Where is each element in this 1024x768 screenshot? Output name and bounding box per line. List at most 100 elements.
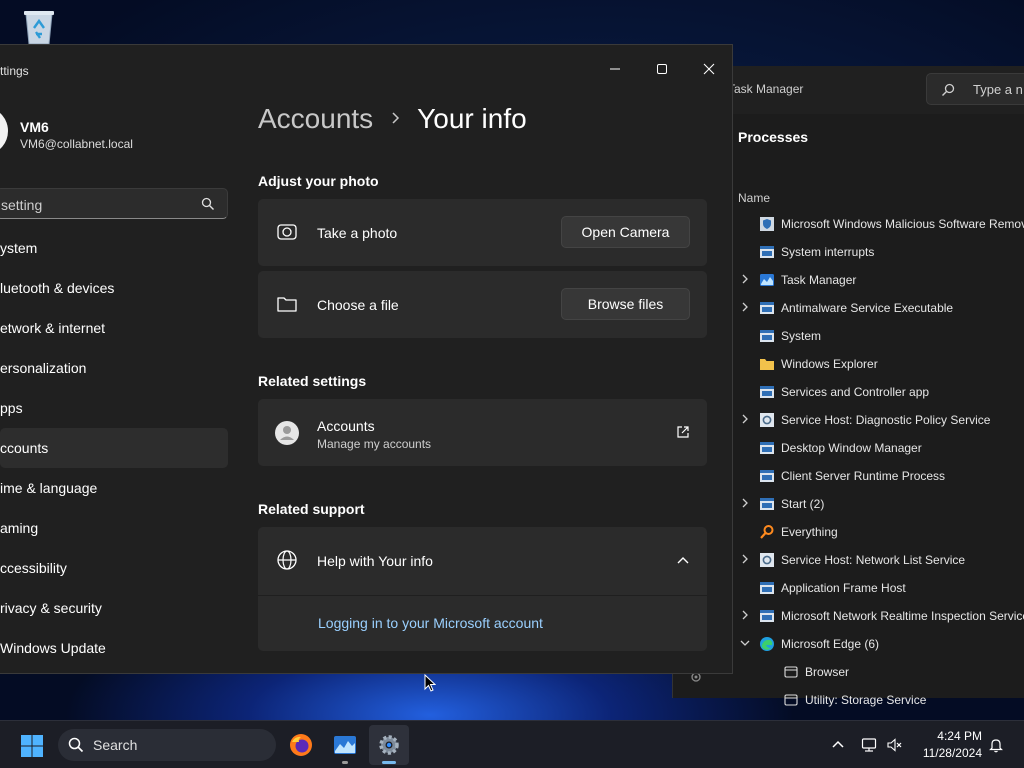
process-name: Services and Controller app	[781, 385, 930, 399]
process-row[interactable]: Microsoft Windows Malicious Software Rem…	[733, 210, 1024, 238]
recycle-bin-icon[interactable]	[20, 6, 58, 46]
process-row[interactable]: Service Host: Network List Service	[733, 546, 1024, 574]
sidebar-item-label: ccounts	[0, 440, 49, 456]
process-row[interactable]: Antimalware Service Executable	[733, 294, 1024, 322]
choose-file-label: Choose a file	[317, 297, 399, 313]
settings-window[interactable]: ttings VM6 VM6@collabnet.local setting y…	[0, 44, 733, 674]
task-manager-search-input[interactable]: Type a n	[926, 73, 1024, 105]
chevron-right-icon[interactable]	[739, 413, 751, 425]
accounts-link-card[interactable]: Accounts Manage my accounts	[258, 399, 707, 466]
process-row[interactable]: Start (2)	[733, 490, 1024, 518]
settings-search-input[interactable]: setting	[0, 188, 228, 219]
open-camera-button[interactable]: Open Camera	[561, 216, 690, 248]
sidebar-item[interactable]: ystem	[0, 228, 228, 268]
taskbar: Search 4:24 PM 11/28/2024	[0, 720, 1024, 768]
chevron-right-icon[interactable]	[739, 301, 751, 313]
window-app-icon	[760, 498, 774, 510]
chevron-up-icon[interactable]	[676, 554, 690, 568]
taskbar-settings[interactable]	[369, 725, 409, 765]
close-icon[interactable]	[686, 53, 732, 85]
volume-muted-icon[interactable]	[886, 737, 902, 753]
sidebar-item-label: ersonalization	[0, 360, 87, 376]
sidebar-item[interactable]: ccessibility	[0, 548, 228, 588]
accounts-link-label: Accounts	[317, 418, 375, 434]
browse-files-button[interactable]: Browse files	[561, 288, 690, 320]
related-support-heading: Related support	[258, 501, 365, 517]
sidebar-item-label: aming	[0, 520, 39, 536]
task-manager-icon	[760, 274, 774, 286]
clock-date[interactable]: 11/28/2024	[918, 746, 982, 760]
process-row[interactable]: Microsoft Network Realtime Inspection Se…	[733, 602, 1024, 630]
process-name: Client Server Runtime Process	[781, 469, 946, 483]
process-row[interactable]: Services and Controller app	[733, 378, 1024, 406]
process-row[interactable]: Desktop Window Manager	[733, 434, 1024, 462]
help-expander-label[interactable]: Help with Your info	[317, 553, 433, 569]
network-icon[interactable]	[861, 737, 877, 753]
sidebar-item[interactable]: luetooth & devices	[0, 268, 228, 308]
sidebar-item[interactable]: Windows Update	[0, 628, 228, 668]
process-name: Start (2)	[781, 497, 825, 511]
take-photo-card: Take a photo Open Camera	[258, 199, 707, 266]
browser-tab-icon	[784, 694, 798, 706]
taskbar-firefox[interactable]	[281, 725, 321, 765]
chevron-down-icon[interactable]	[739, 637, 751, 649]
chevron-right-icon[interactable]	[739, 273, 751, 285]
window-app-icon	[760, 246, 774, 258]
process-row[interactable]: Application Frame Host	[733, 574, 1024, 602]
process-row[interactable]: Task Manager	[733, 266, 1024, 294]
process-row[interactable]: Service Host: Diagnostic Policy Service	[733, 406, 1024, 434]
sidebar-item[interactable]: rivacy & security	[0, 588, 228, 628]
settings-search-placeholder: setting	[1, 197, 43, 213]
sidebar-item-label: ystem	[0, 240, 38, 256]
related-settings-heading: Related settings	[258, 373, 367, 389]
maximize-icon[interactable]	[639, 53, 685, 85]
sidebar-item[interactable]: etwork & internet	[0, 308, 228, 348]
folder-icon	[760, 359, 774, 370]
process-row[interactable]: Client Server Runtime Process	[733, 462, 1024, 490]
process-name: Microsoft Windows Malicious Software Rem…	[781, 217, 1024, 231]
process-name: Utility: Storage Service	[805, 693, 927, 707]
sidebar-item-label: etwork & internet	[0, 320, 106, 336]
active-indicator	[382, 761, 396, 764]
taskbar-task-manager[interactable]	[325, 725, 365, 765]
globe-icon	[277, 550, 297, 570]
search-icon	[201, 197, 214, 210]
process-row[interactable]: Windows Explorer	[733, 350, 1024, 378]
taskbar-search-box[interactable]: Search	[58, 729, 276, 761]
take-photo-label: Take a photo	[317, 225, 398, 241]
microsoft-account-help-link[interactable]: Logging in to your Microsoft account	[318, 615, 543, 631]
clock-time[interactable]: 4:24 PM	[918, 729, 982, 743]
process-row[interactable]: System interrupts	[733, 238, 1024, 266]
sidebar-item[interactable]: pps	[0, 388, 228, 428]
process-list: Microsoft Windows Malicious Software Rem…	[733, 210, 1024, 714]
process-row[interactable]: Utility: Storage Service	[733, 686, 1024, 714]
page-title: Your info	[417, 103, 527, 134]
avatar[interactable]	[0, 109, 8, 153]
shield-app-icon	[760, 217, 774, 231]
chevron-up-icon[interactable]	[830, 737, 846, 753]
sidebar-item[interactable]: ime & language	[0, 468, 228, 508]
windows-start-icon[interactable]	[20, 734, 44, 758]
sidebar-item[interactable]: ccounts	[0, 428, 228, 468]
name-column-header[interactable]: Name	[738, 191, 770, 205]
window-app-icon	[760, 302, 774, 314]
notification-bell-icon[interactable]	[988, 737, 1004, 753]
chevron-right-icon[interactable]	[739, 553, 751, 565]
process-row[interactable]: Everything	[733, 518, 1024, 546]
chevron-right-icon[interactable]	[739, 497, 751, 509]
process-row[interactable]: Microsoft Edge (6)	[733, 630, 1024, 658]
folder-icon	[277, 297, 297, 312]
minimize-icon[interactable]	[592, 53, 638, 85]
task-manager-search-placeholder: Type a n	[973, 82, 1023, 97]
process-row[interactable]: Browser	[733, 658, 1024, 686]
user-icon	[275, 421, 299, 445]
process-name: Microsoft Edge (6)	[781, 637, 880, 651]
process-row[interactable]: System	[733, 322, 1024, 350]
sidebar-item[interactable]: aming	[0, 508, 228, 548]
browser-tab-icon	[784, 666, 798, 678]
breadcrumb-parent[interactable]: Accounts	[258, 103, 373, 134]
window-app-icon	[760, 470, 774, 482]
sidebar-item[interactable]: ersonalization	[0, 348, 228, 388]
chevron-right-icon[interactable]	[739, 609, 751, 621]
sidebar-item-label: ccessibility	[0, 560, 67, 576]
